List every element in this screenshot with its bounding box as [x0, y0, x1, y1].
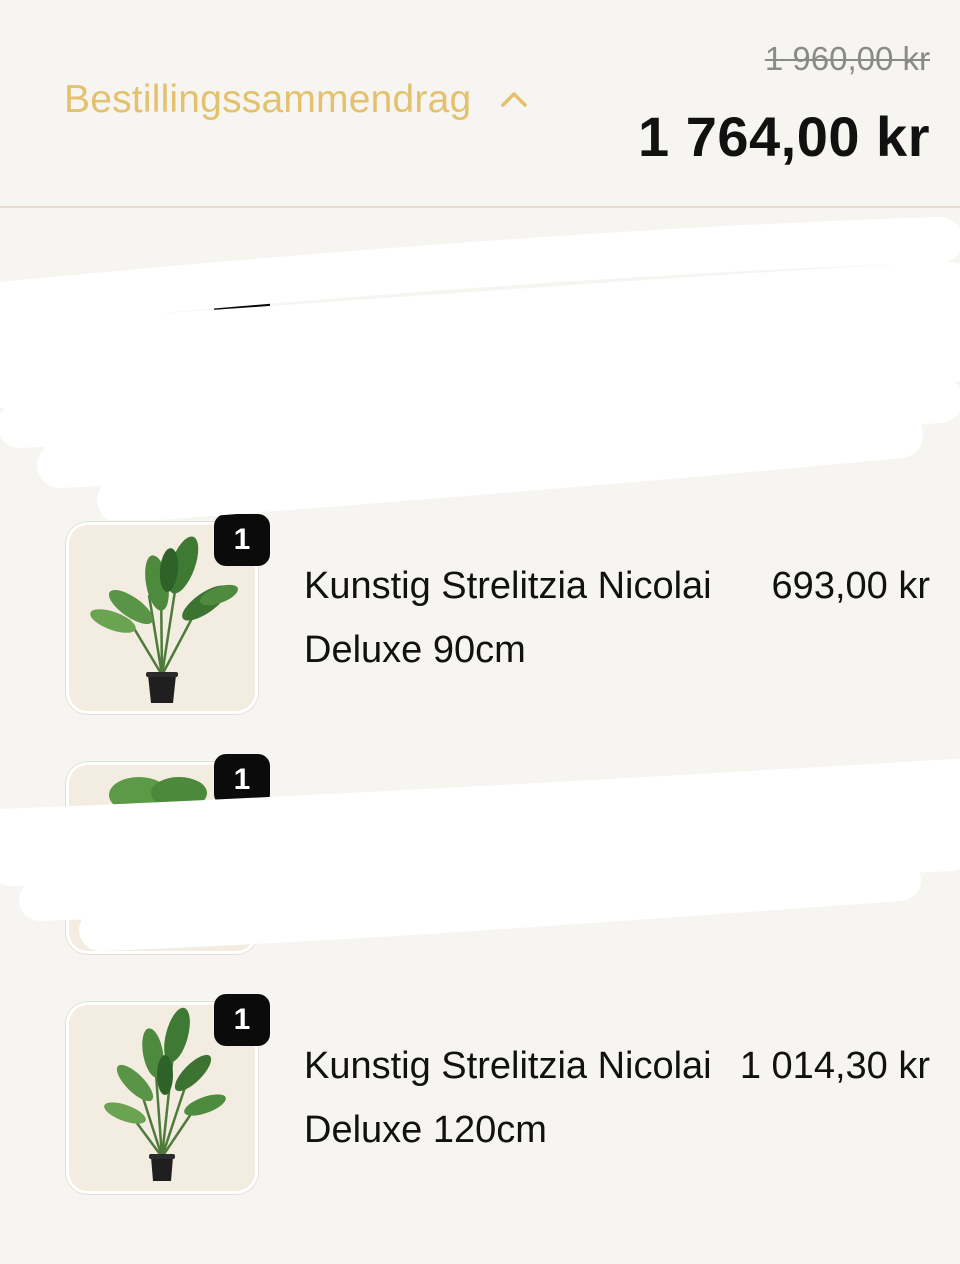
product-thumbnail: 1 — [66, 514, 270, 714]
product-thumbnail: 1 — [66, 754, 270, 954]
item-name: Kunstig Strelitzia Nicolai Deluxe 90cm — [304, 565, 712, 671]
order-summary-header: Bestillingssammendrag 1 960,00 kr 1 764,… — [0, 0, 960, 208]
checkout-summary-page: Bestillingssammendrag 1 960,00 kr 1 764,… — [0, 0, 960, 1264]
quantity-badge: 1 — [214, 514, 270, 566]
quantity-badge: 1 — [214, 994, 270, 1046]
chevron-up-icon[interactable] — [499, 85, 529, 115]
order-summary-toggle[interactable]: Bestillingssammendrag — [64, 78, 529, 122]
item-price: ...30 kr — [813, 801, 930, 843]
item-price: ..40 kr — [824, 295, 930, 337]
total-price: 1 764,00 kr — [638, 105, 930, 168]
original-total-price: 1 960,00 kr — [764, 40, 930, 77]
item-price: 693,00 kr — [771, 565, 930, 607]
order-summary-label[interactable]: Bestillingssammendrag — [64, 78, 471, 122]
item-name: Kunstig Strelitzia Nicolai Deluxe 120cm — [304, 1045, 712, 1151]
quantity-badge: 1 — [214, 754, 270, 806]
product-thumbnail: 1 — [66, 994, 270, 1194]
item-price: 1 014,30 kr — [739, 1045, 930, 1087]
quantity-badge — [214, 270, 270, 322]
product-thumbnail — [66, 270, 270, 470]
